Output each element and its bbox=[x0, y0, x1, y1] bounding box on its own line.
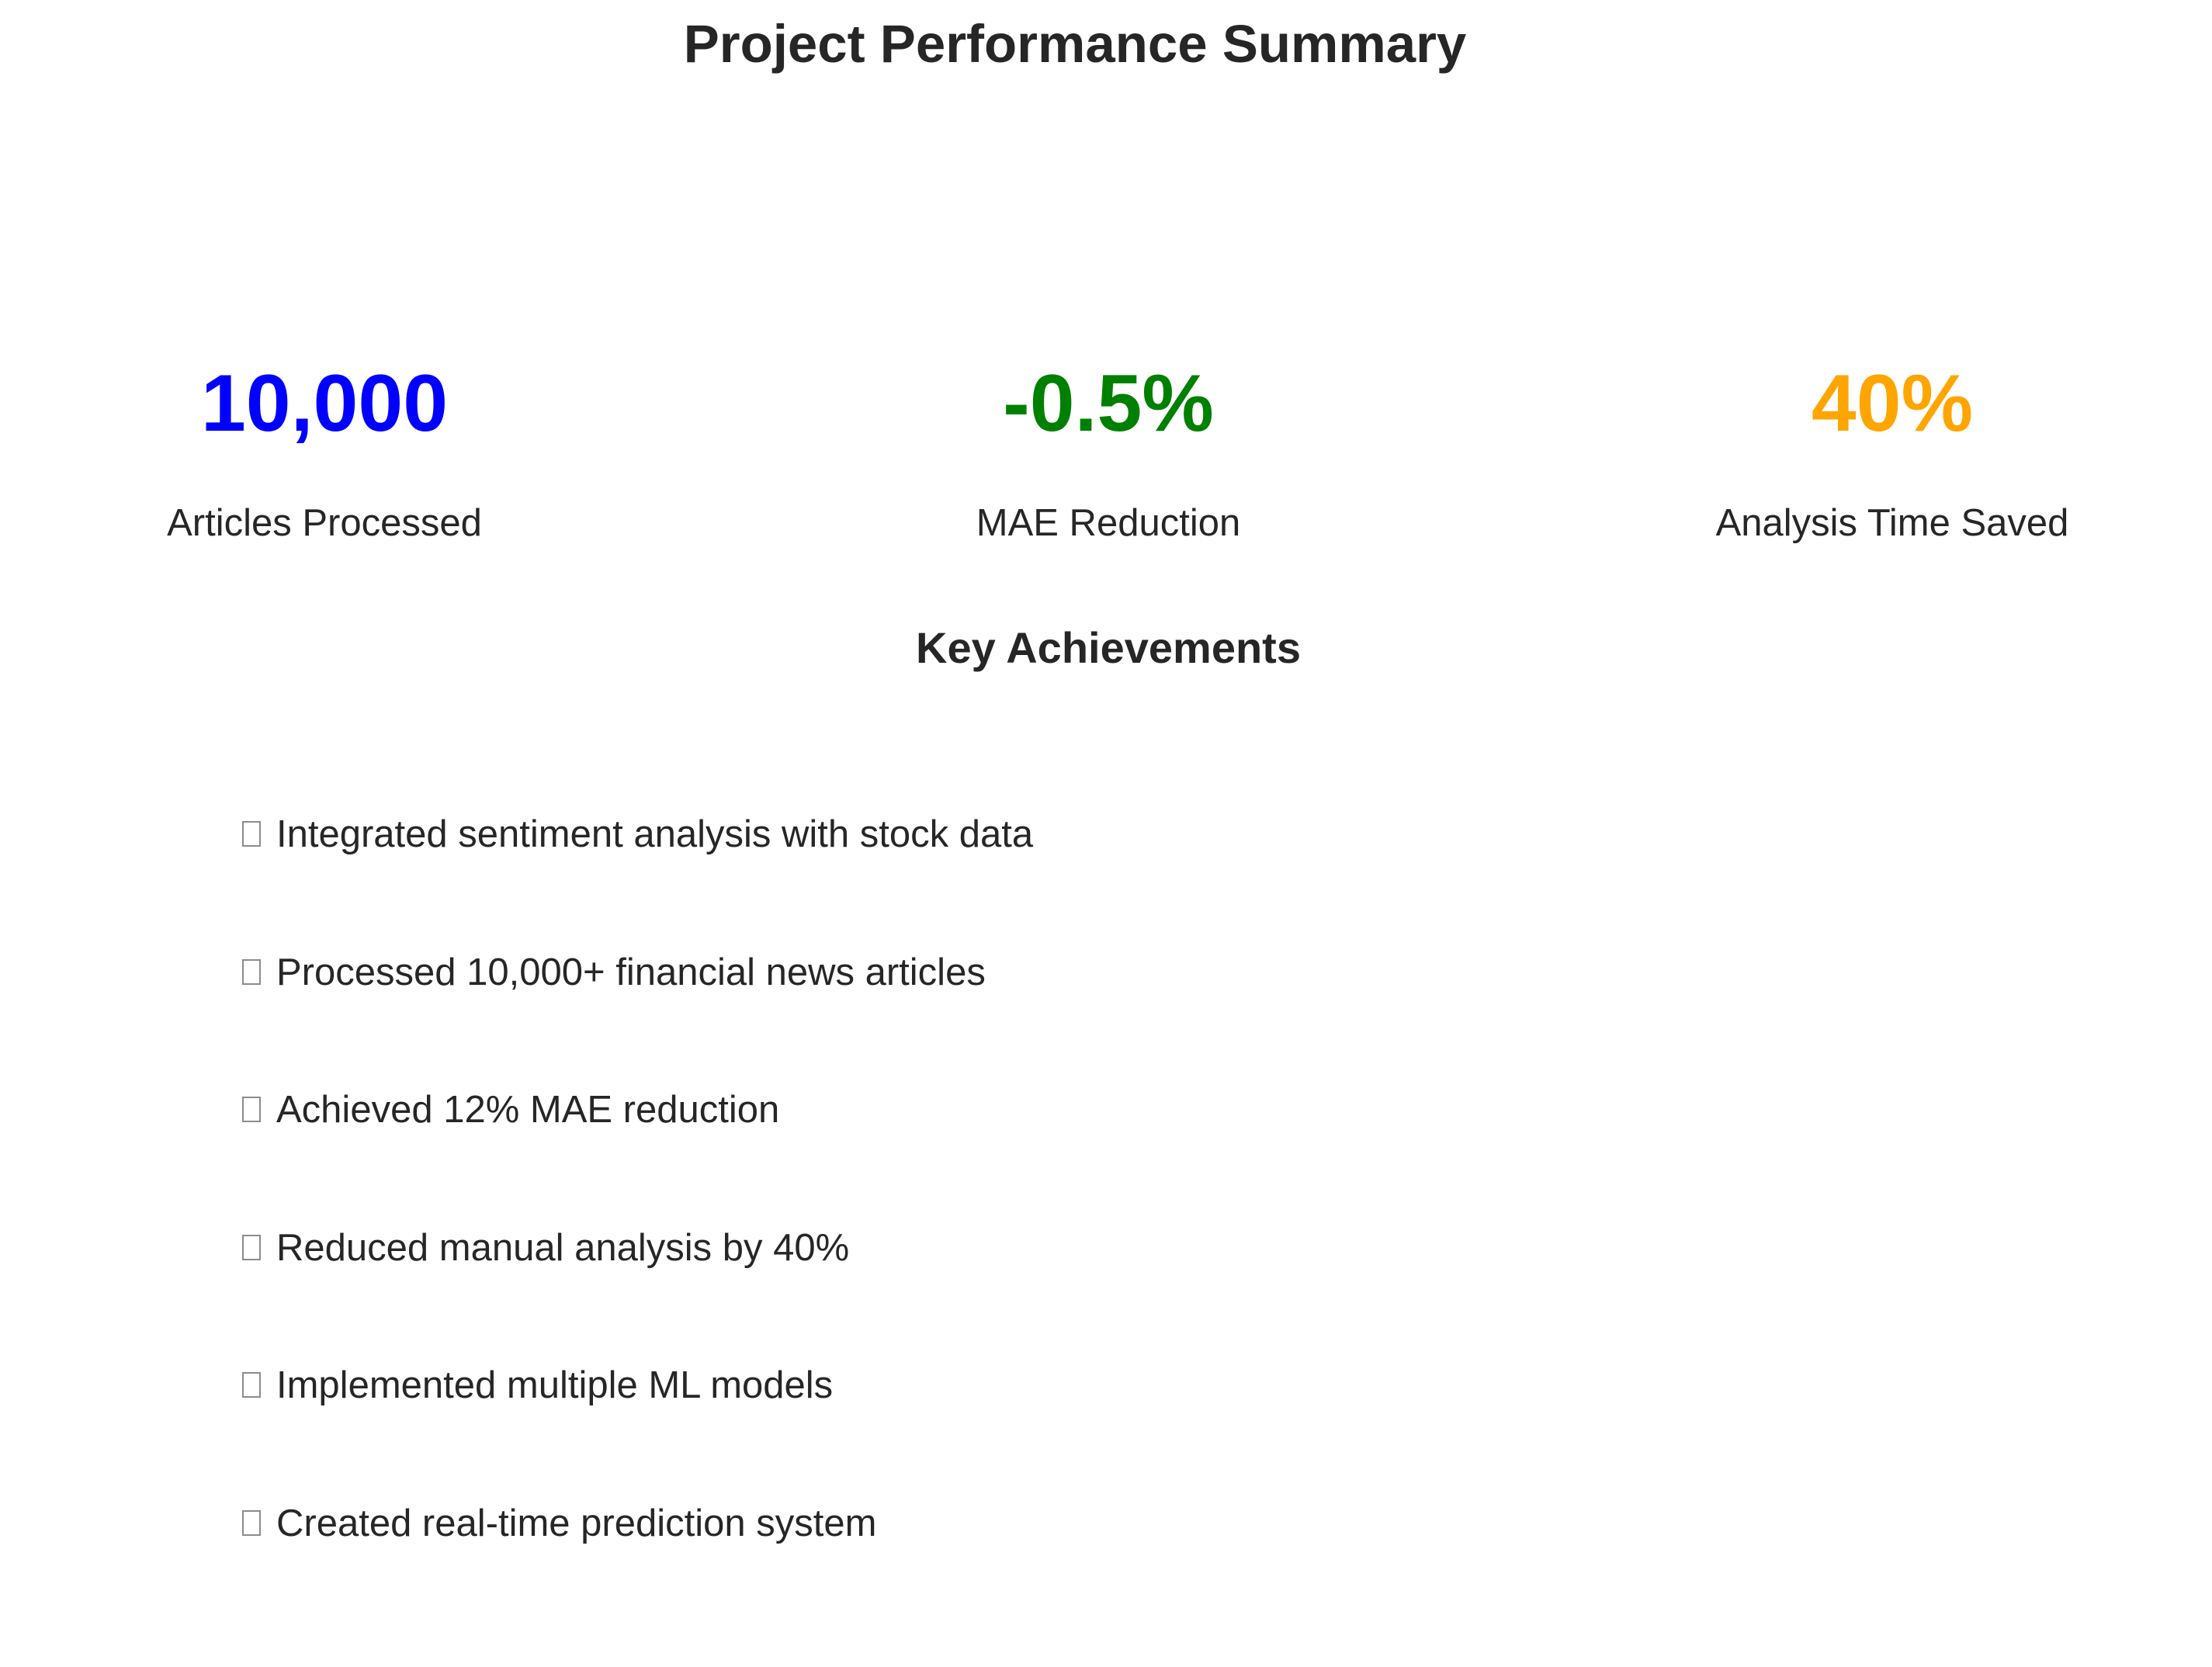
metric-label: MAE Reduction bbox=[976, 502, 1241, 544]
missing-glyph-box-icon bbox=[242, 1234, 261, 1260]
achievement-text: Integrated sentiment analysis with stock… bbox=[276, 813, 1034, 855]
missing-glyph-box-icon bbox=[242, 1372, 261, 1398]
missing-glyph-box-icon bbox=[242, 1509, 261, 1536]
list-item: Achieved 12% MAE reduction bbox=[242, 1083, 1033, 1221]
achievement-text: Achieved 12% MAE reduction bbox=[276, 1089, 780, 1131]
achievement-text: Created real-time prediction system bbox=[276, 1502, 877, 1544]
metrics-row: 10,000 Articles Processed -0.5% MAE Redu… bbox=[0, 0, 2212, 590]
metric-value: 10,000 bbox=[200, 359, 449, 449]
achievement-text: Processed 10,000+ financial news article… bbox=[276, 951, 986, 993]
metric-value: 40% bbox=[1811, 359, 1974, 449]
list-item: Implemented multiple ML models bbox=[242, 1358, 1033, 1496]
list-item: Reduced manual analysis by 40% bbox=[242, 1221, 1033, 1359]
list-item: Created real-time prediction system bbox=[242, 1496, 1033, 1634]
achievements-list: Integrated sentiment analysis with stock… bbox=[242, 807, 1033, 1634]
key-achievements-title: Key Achievements bbox=[916, 623, 1301, 672]
metric-value: -0.5% bbox=[1003, 359, 1214, 449]
list-item: Integrated sentiment analysis with stock… bbox=[242, 807, 1033, 945]
missing-glyph-box-icon bbox=[242, 1097, 261, 1122]
metric-label: Analysis Time Saved bbox=[1715, 502, 2069, 544]
missing-glyph-box-icon bbox=[242, 821, 261, 847]
achievement-text: Reduced manual analysis by 40% bbox=[276, 1226, 850, 1269]
metric-label: Articles Processed bbox=[167, 502, 482, 544]
list-item: Processed 10,000+ financial news article… bbox=[242, 945, 1033, 1083]
achievement-text: Implemented multiple ML models bbox=[276, 1364, 834, 1406]
missing-glyph-box-icon bbox=[242, 958, 261, 985]
